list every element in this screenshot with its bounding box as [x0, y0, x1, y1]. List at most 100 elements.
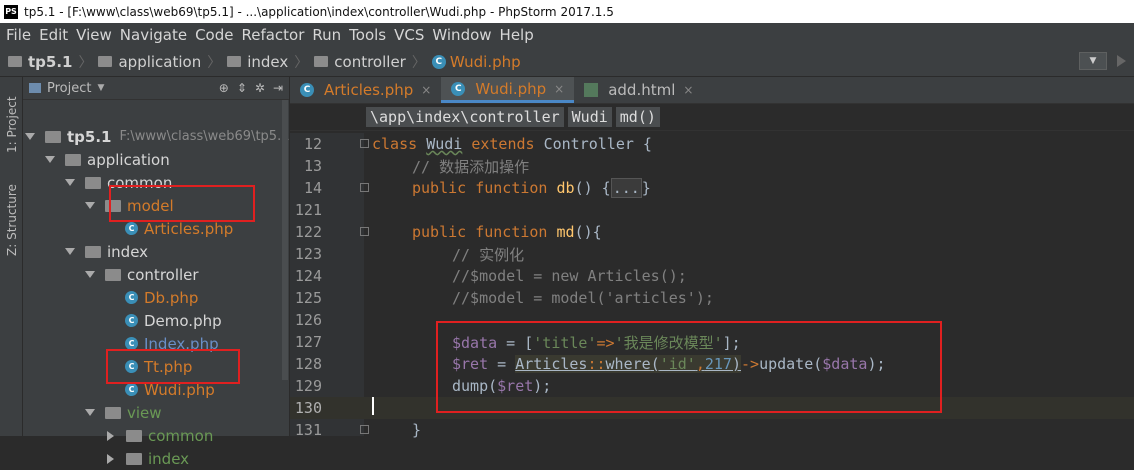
- left-tool-strip: 1: Project Z: Structure: [0, 77, 23, 436]
- expand-arrow-icon: [45, 156, 55, 163]
- nav-crumb-label: tp5.1: [28, 52, 73, 71]
- tool-tab-structure[interactable]: Z: Structure: [2, 175, 22, 265]
- nav-crumb-label: application: [118, 52, 202, 71]
- line-number: 129: [294, 377, 322, 395]
- tree-item-label: index: [148, 449, 190, 468]
- tool-tab-project[interactable]: 1: Project: [2, 83, 22, 167]
- menu-navigate[interactable]: Navigate: [116, 26, 191, 44]
- tab-articles[interactable]: C Articles.php ×: [290, 77, 441, 103]
- php-class-icon: C: [451, 81, 466, 96]
- collapse-icon[interactable]: ⇕: [237, 81, 247, 95]
- line-number: 13: [303, 157, 322, 175]
- tab-add-html[interactable]: add.html ×: [574, 77, 703, 103]
- tree-item-demo[interactable]: C Demo.php: [125, 309, 222, 332]
- editor: C Articles.php × C Wudi.php × add.html ×…: [290, 77, 1134, 439]
- project-scrollbar[interactable]: [282, 100, 288, 380]
- menu-edit[interactable]: Edit: [35, 26, 72, 44]
- run-icon[interactable]: [1117, 55, 1126, 67]
- tree-item-label: controller: [127, 265, 199, 284]
- chevron-right-icon: 〉: [411, 54, 426, 71]
- php-class-icon: C: [125, 291, 138, 304]
- nav-crumb-label: Wudi.php: [449, 52, 521, 71]
- token: }: [641, 179, 651, 197]
- window-title: tp5.1 - [F:\www\class\web69\tp5.1] - ...…: [24, 4, 614, 19]
- code-line: 14 public function db() {...}: [290, 177, 1134, 199]
- tree-item-application[interactable]: application: [45, 148, 170, 171]
- run-toolbar: ▼: [1079, 52, 1126, 70]
- tab-label: Wudi.php: [475, 79, 547, 98]
- token: (){: [574, 223, 602, 241]
- folder-icon: [65, 153, 81, 166]
- tree-item-root[interactable]: tp5.1 F:\www\class\web69\tp5.1: [25, 125, 289, 148]
- menu-window[interactable]: Window: [428, 26, 495, 44]
- php-class-icon: C: [125, 314, 138, 327]
- token: db: [556, 179, 575, 197]
- highlight-box-code: [436, 321, 942, 413]
- nav-crumb-file[interactable]: C Wudi.php: [431, 52, 521, 71]
- nav-crumb-application[interactable]: application: [98, 53, 201, 71]
- menu-vcs[interactable]: VCS: [390, 26, 428, 44]
- folder-icon: [85, 176, 101, 189]
- html-file-icon: [584, 83, 599, 97]
- code-text: //$model = model('articles');: [452, 289, 714, 307]
- code-text: public function md(){: [412, 223, 602, 241]
- hide-icon[interactable]: ⇥: [273, 81, 283, 95]
- fold-icon[interactable]: [360, 139, 369, 148]
- fold-icon[interactable]: [360, 227, 369, 236]
- tree-item-index[interactable]: index: [65, 240, 148, 263]
- code-crumb-class[interactable]: Wudi: [567, 107, 612, 127]
- close-icon[interactable]: ×: [683, 83, 693, 97]
- fold-icon[interactable]: [360, 183, 369, 192]
- code-crumb-method[interactable]: md(): [615, 107, 660, 127]
- code-text: // 数据添加操作: [412, 157, 530, 176]
- menu-file[interactable]: File: [2, 26, 35, 44]
- menu-code[interactable]: Code: [191, 26, 237, 44]
- line-number: 131: [294, 421, 322, 439]
- chevron-right-icon: 〉: [294, 54, 309, 71]
- tree-item-label: Db.php: [144, 288, 199, 307]
- folder-icon: [314, 56, 329, 67]
- tree-item-db[interactable]: C Db.php: [125, 286, 198, 309]
- menu-refactor[interactable]: Refactor: [237, 26, 308, 44]
- nav-crumb-index[interactable]: index: [227, 53, 288, 71]
- nav-crumb-controller[interactable]: controller: [314, 53, 406, 71]
- code-crumb-namespace[interactable]: \app\index\controller: [366, 107, 564, 127]
- chevron-right-icon: 〉: [78, 54, 93, 71]
- nav-crumb-label: controller: [334, 52, 406, 71]
- menu-run[interactable]: Run: [308, 26, 345, 44]
- code-line: 131 }: [290, 419, 1134, 441]
- tree-item-label: Articles.php: [144, 219, 234, 238]
- menu-view[interactable]: View: [72, 26, 116, 44]
- menu-help[interactable]: Help: [496, 26, 538, 44]
- gear-icon[interactable]: ✲: [255, 81, 265, 95]
- text-caret: [372, 397, 374, 415]
- close-icon[interactable]: ×: [421, 83, 431, 97]
- tree-item-label: tp5.1: [67, 127, 112, 146]
- tree-item-view[interactable]: view: [85, 401, 162, 424]
- line-number: 123: [294, 245, 322, 263]
- menu-tools[interactable]: Tools: [345, 26, 390, 44]
- code-line: 125 //$model = model('articles');: [290, 287, 1134, 309]
- close-icon[interactable]: ×: [554, 82, 564, 96]
- token: extends: [462, 135, 544, 153]
- folder-icon: [227, 56, 242, 67]
- run-config-dropdown[interactable]: ▼: [1079, 52, 1107, 70]
- code-text: // 实例化: [452, 245, 525, 264]
- fold-icon[interactable]: [360, 425, 369, 434]
- navigation-bar: tp5.1 〉 application 〉 index 〉 controller…: [0, 47, 1134, 77]
- folder-icon: [105, 406, 121, 419]
- folder-icon: [8, 56, 22, 67]
- locate-icon[interactable]: ⊕: [219, 81, 229, 95]
- highlight-box-wudi: [106, 349, 240, 384]
- code-line: 12 class Wudi extends Controller {: [290, 133, 1134, 155]
- folded-code[interactable]: ...: [610, 178, 642, 198]
- tab-wudi[interactable]: C Wudi.php ×: [441, 77, 575, 103]
- expand-arrow-icon: [25, 133, 35, 140]
- nav-crumb-root[interactable]: tp5.1: [8, 53, 72, 71]
- tree-item-controller[interactable]: controller: [85, 263, 199, 286]
- tree-item-view-index[interactable]: index: [105, 447, 189, 470]
- php-class-icon: C: [125, 383, 138, 396]
- tree-item-label: Demo.php: [144, 311, 222, 330]
- nav-crumb-label: index: [247, 52, 289, 71]
- token: Wudi: [426, 135, 463, 153]
